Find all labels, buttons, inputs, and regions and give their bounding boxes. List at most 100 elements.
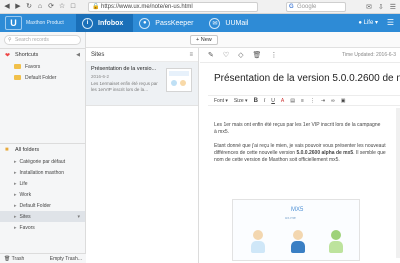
lock-icon: 🔒: [92, 4, 100, 10]
reload-icon[interactable]: ↻: [25, 3, 33, 11]
folder-label: Life: [19, 180, 28, 187]
folder-label: Favors: [19, 224, 35, 231]
google-icon: G: [289, 4, 294, 10]
figure-head: [253, 230, 263, 240]
bullet-icon: ▸: [14, 224, 17, 231]
sort-options-icon[interactable]: ≡: [189, 52, 193, 58]
tag-icon[interactable]: ◇: [238, 51, 243, 59]
paragraph-text: Etant donné que j'ai reçu le mien, je va…: [214, 143, 386, 149]
trash-button[interactable]: 🗑 Trash: [4, 256, 24, 262]
paragraph-text: à mx5.: [214, 129, 230, 135]
new-button[interactable]: + New: [190, 35, 218, 45]
figure-head: [293, 230, 303, 240]
shortcut-label: Favors: [25, 63, 41, 70]
note-list-title: Sites: [91, 51, 105, 58]
forward-icon[interactable]: ▶: [14, 3, 22, 11]
editor-scrollbar[interactable]: [396, 108, 400, 258]
note-body[interactable]: Les 1er mais ont enfin été reçus par les…: [214, 122, 400, 171]
trash-icon: 🗑: [4, 255, 11, 262]
browser-search-input[interactable]: G Google: [286, 2, 346, 12]
image-subtitle: ux.me: [285, 215, 296, 220]
note-thumbnail: [166, 68, 192, 92]
menu-icon[interactable]: ☰: [390, 3, 396, 11]
list-icon[interactable]: ⋮: [310, 98, 315, 104]
indent-icon[interactable]: ⇥: [321, 98, 325, 104]
size-label: Size: [233, 97, 244, 104]
tab-uumail[interactable]: ✉ UUMail: [203, 14, 258, 32]
bullet-icon: ▸: [14, 180, 17, 187]
browser-toolbar: ◀ ▶ ↻ ⌂ ⟳ ☆ □ 🔒 https://www.ux.me/note/e…: [0, 0, 400, 14]
thumb-figure: [171, 80, 177, 86]
figure-body: [291, 241, 305, 253]
tab-passkeeper-label: PassKeeper: [155, 19, 194, 27]
folder-label: Default Folder: [19, 202, 51, 209]
bookmark-icon[interactable]: □: [69, 3, 77, 11]
font-dropdown[interactable]: Font ▾: [214, 98, 228, 104]
uu-logo: U: [5, 16, 22, 30]
favorite-heart-icon[interactable]: ♡: [223, 51, 229, 59]
folder-label: Catégorie par défaut: [19, 158, 66, 165]
folder-label: Installation maxthon: [19, 169, 64, 176]
chevron-left-icon[interactable]: ◀: [76, 52, 80, 58]
link-icon[interactable]: ∞: [331, 98, 335, 104]
folder-item[interactable]: ▸ Catégorie par défaut: [0, 156, 85, 167]
shortcuts-label: Shortcuts: [15, 52, 39, 58]
font-color-icon[interactable]: A: [281, 98, 284, 104]
home-icon[interactable]: ⌂: [36, 3, 44, 11]
cartoon-figure: [251, 230, 265, 254]
folder-item[interactable]: ▸ Life: [0, 178, 85, 189]
chevron-down-icon: ▾: [374, 20, 378, 26]
image-title: MX5: [291, 207, 304, 213]
shortcuts-header[interactable]: ❤ Shortcuts ◀: [0, 49, 85, 61]
tab-passkeeper[interactable]: ● PassKeeper: [133, 14, 203, 32]
bullet-icon: ▸: [14, 213, 17, 220]
sidebar: ⚲ Search records ❤ Shortcuts ◀ Favors De…: [0, 32, 86, 263]
folder-item[interactable]: ▸ Default Folder: [0, 200, 85, 211]
align-icon[interactable]: ≡: [301, 98, 304, 104]
figure-head: [331, 230, 341, 240]
bullet-icon: ▸: [14, 169, 17, 176]
url-bar[interactable]: 🔒 https://www.ux.me/note/en-us.html: [88, 2, 258, 12]
edit-icon[interactable]: ✎: [208, 51, 214, 59]
folder-item[interactable]: ▸ Work: [0, 189, 85, 200]
figure-body: [251, 241, 265, 253]
folder-item[interactable]: ▸ Installation maxthon: [0, 167, 85, 178]
image-icon[interactable]: ▣: [341, 98, 346, 104]
app-header: U Maxthon Product i Infobox ● PassKeeper…: [0, 14, 400, 32]
font-label: Font: [214, 97, 225, 104]
action-toolbar: + New: [86, 32, 400, 48]
records-search-input[interactable]: ⚲ Search records: [4, 35, 81, 45]
shortcut-item-default-folder[interactable]: Default Folder: [0, 72, 85, 83]
refresh-icon[interactable]: ⟳: [47, 3, 55, 11]
app-menu-icon[interactable]: ☰: [387, 18, 394, 27]
heart-icon: ❤: [5, 52, 11, 59]
mail-icon[interactable]: ✉: [366, 3, 372, 11]
bullet-icon: ▸: [14, 158, 17, 165]
folder-stack-icon: ■: [5, 147, 9, 153]
user-menu[interactable]: ● Life ▾: [358, 19, 378, 26]
italic-icon[interactable]: I: [264, 98, 265, 104]
underline-icon[interactable]: U: [271, 98, 275, 104]
shortcut-item-favors[interactable]: Favors: [0, 61, 85, 72]
download-icon[interactable]: ⇩: [378, 3, 384, 11]
folder-label: Work: [19, 191, 32, 198]
note-title-heading[interactable]: Présentation de la version 5.0.0.2600 de…: [200, 63, 400, 84]
bold-icon[interactable]: B: [254, 98, 258, 104]
star-icon[interactable]: ☆: [58, 3, 66, 11]
folder-item-active[interactable]: ▸ Sites ▾: [0, 211, 85, 222]
user-icon: ●: [358, 20, 362, 26]
all-folders-header[interactable]: ■ All folders: [0, 144, 85, 156]
mail-circle-icon: ✉: [209, 17, 221, 29]
tab-infobox[interactable]: i Infobox: [76, 14, 134, 32]
empty-trash-button[interactable]: Empty Trash...: [50, 256, 82, 262]
chevron-down-icon[interactable]: ▾: [77, 214, 80, 220]
note-item[interactable]: Présentation de la versio... 2016-6-2 Le…: [86, 62, 198, 106]
folder-item[interactable]: ▸ Favors: [0, 222, 85, 233]
size-dropdown[interactable]: Size ▾: [234, 98, 248, 104]
back-icon[interactable]: ◀: [3, 3, 11, 11]
more-icon[interactable]: ⋮: [270, 51, 277, 59]
browser-right-icons: ✉ ⇩ ☰: [366, 3, 396, 11]
highlight-icon[interactable]: ▤: [290, 98, 295, 104]
delete-icon[interactable]: 🗑: [253, 51, 262, 59]
